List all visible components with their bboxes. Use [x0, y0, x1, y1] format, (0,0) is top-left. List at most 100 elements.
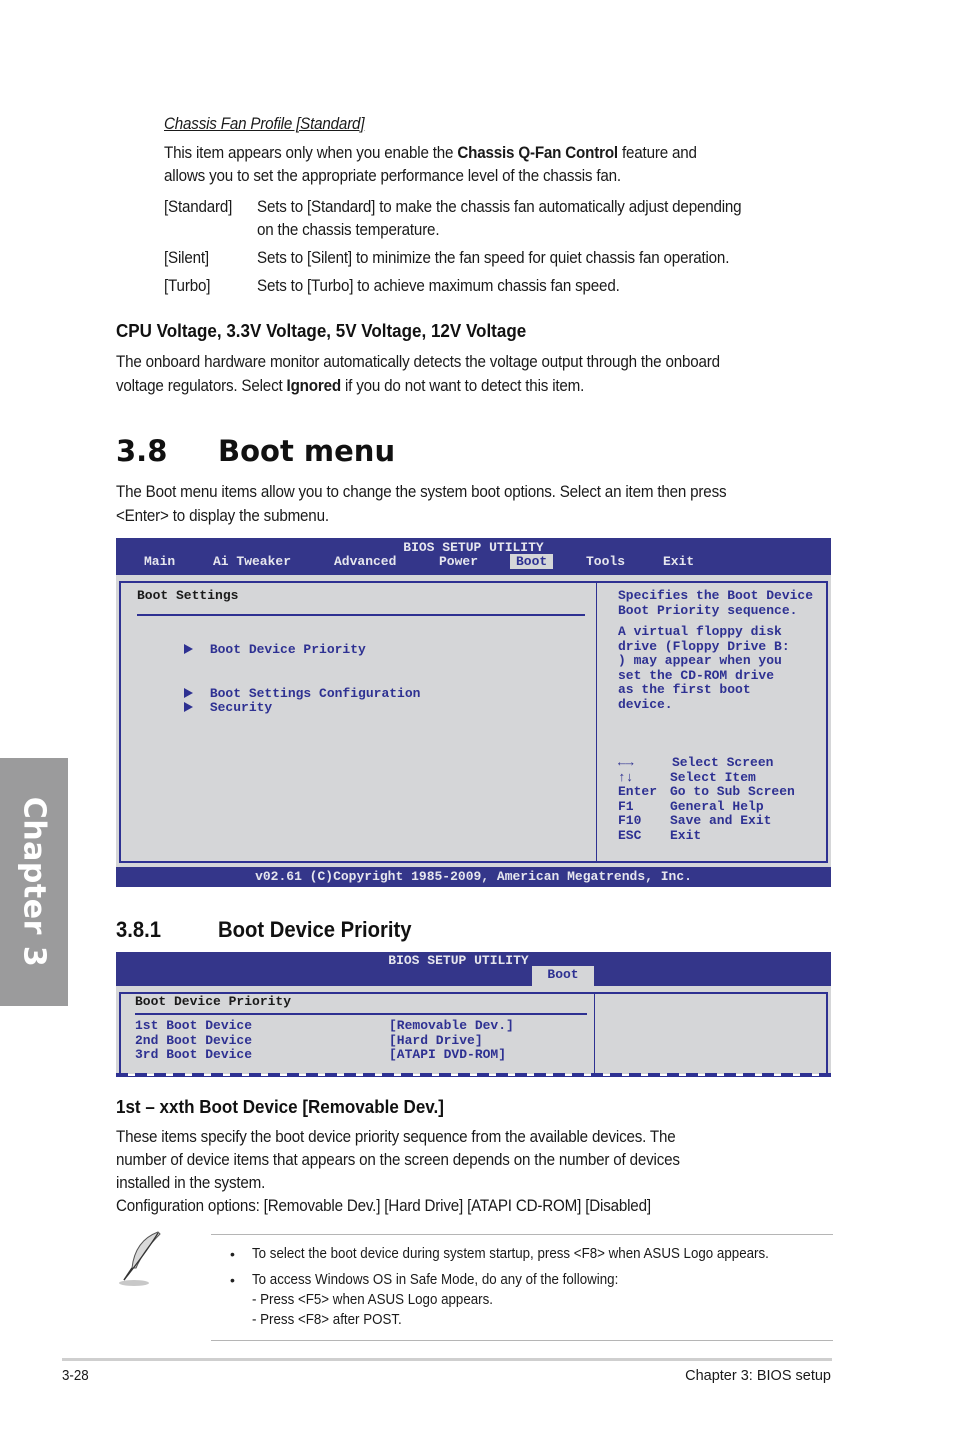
bios-boot-screen: BIOS SETUP UTILITY Main Ai Tweaker Advan… — [116, 538, 831, 887]
menu-item-boot-device-priority[interactable]: Boot Device Priority — [137, 628, 366, 672]
chassis-fan-intro-line2: allows you to set the appropriate perfor… — [164, 167, 621, 185]
bold-text: Chassis Q-Fan Control — [457, 144, 618, 162]
help-line: as the first boot — [618, 682, 751, 697]
bios-panel-divider — [596, 581, 597, 863]
key-action: Select Item — [670, 769, 756, 785]
boot-device-1-label[interactable]: 1st Boot Device — [135, 1018, 252, 1034]
note-bullet: • — [230, 1272, 235, 1288]
bios-title: BIOS SETUP UTILITY — [388, 953, 529, 968]
boot-device-3-label[interactable]: 3rd Boot Device — [135, 1047, 252, 1063]
note-item-2: To access Windows OS in Safe Mode, do an… — [252, 1272, 619, 1288]
boot-device-1-value[interactable]: [Removable Dev.] — [389, 1018, 514, 1034]
submenu-arrow-icon — [183, 644, 193, 655]
tab-power[interactable]: Power — [439, 554, 478, 569]
option-key-turbo: [Turbo] — [164, 277, 211, 295]
submenu-arrow-icon — [183, 702, 193, 713]
option-desc-standard-cont: on the chassis temperature. — [257, 221, 440, 239]
bios-title: BIOS SETUP UTILITY — [403, 540, 544, 555]
menu-item-label: Boot Device Priority — [209, 641, 366, 657]
bios-panel-divider — [594, 992, 595, 1074]
key-row: ESC Exit — [618, 827, 818, 844]
help-line: device. — [618, 696, 673, 712]
note-bullet: • — [230, 1246, 235, 1262]
help-line: ) may appear when you — [618, 653, 782, 668]
help-line: Boot Priority sequence. — [618, 602, 798, 618]
option-key-standard: [Standard] — [164, 198, 233, 216]
title-underline — [137, 614, 585, 616]
tab-ai-tweaker[interactable]: Ai Tweaker — [213, 554, 291, 569]
voltage-line1: The onboard hardware monitor automatical… — [116, 353, 720, 371]
help-line: Specifies the Boot Device — [618, 588, 814, 603]
note-item-1: To select the boot device during system … — [252, 1246, 769, 1262]
tab-main[interactable]: Main — [144, 554, 175, 569]
note-bottom-rule — [211, 1340, 833, 1341]
up-down-arrows-icon: ↑↓ — [618, 769, 634, 785]
boot-settings-title: Boot Settings — [137, 588, 239, 603]
help-line: A virtual floppy disk — [618, 624, 782, 639]
key-row: Enter Go to Sub Screen — [618, 784, 818, 800]
tab-boot[interactable]: Boot — [532, 966, 594, 986]
menu-item-security[interactable]: Security — [137, 686, 272, 730]
tab-advanced[interactable]: Advanced — [334, 554, 396, 569]
key-action: General Help — [670, 798, 764, 814]
footer-rule — [62, 1358, 832, 1361]
subsection-title: Boot Device Priority — [218, 917, 412, 942]
boot-device-item-line2: number of device items that appears on t… — [116, 1151, 680, 1169]
key-label: Enter — [618, 784, 658, 799]
voltage-heading: CPU Voltage, 3.3V Voltage, 5V Voltage, 1… — [116, 320, 527, 341]
footer-chapter-title: Chapter 3: BIOS setup — [685, 1368, 831, 1384]
bold-text: Ignored — [286, 377, 342, 395]
key-label: ESC — [618, 827, 642, 843]
option-desc-silent: Sets to [Silent] to minimize the fan spe… — [257, 249, 730, 267]
screen-cutoff-line — [116, 1076, 831, 1077]
chassis-fan-intro-line1: This item appears only when you enable t… — [164, 142, 697, 165]
key-action: Go to Sub Screen — [670, 784, 795, 799]
bios-footer-bar: v02.61 (C)Copyright 1985-2009, American … — [116, 867, 831, 887]
left-right-arrows-icon: ←→ — [618, 755, 634, 770]
chapter-side-tab: Chapter 3 — [0, 758, 68, 1006]
section-number: 3.8 — [116, 434, 168, 468]
section-title: Boot menu — [218, 434, 396, 468]
boot-device-3-value[interactable]: [ATAPI DVD-ROM] — [389, 1047, 506, 1063]
voltage-line2: voltage regulators. Select Ignored if yo… — [116, 375, 584, 398]
tab-boot[interactable]: Boot — [510, 554, 554, 569]
help-text: Specifies the Boot Device Boot Priority … — [618, 588, 814, 712]
key-action: Save and Exit — [670, 813, 772, 828]
option-desc-standard: Sets to [Standard] to make the chassis f… — [257, 198, 742, 216]
option-key-silent: [Silent] — [164, 249, 209, 267]
note-top-rule — [211, 1234, 833, 1235]
chapter-tab-label: Chapter 3 — [16, 796, 52, 968]
bios-menu-bar: BIOS SETUP UTILITY Main Ai Tweaker Advan… — [116, 538, 831, 575]
option-desc-turbo: Sets to [Turbo] to achieve maximum chass… — [257, 277, 620, 295]
boot-device-item-line1: These items specify the boot device prio… — [116, 1128, 676, 1146]
key-legend: ←→ Select Screen ↑↓ Select Item Enter Go to… — [618, 755, 818, 844]
text: feature and — [617, 144, 697, 162]
tab-exit[interactable]: Exit — [663, 554, 694, 569]
boot-device-item-config-options: Configuration options: [Removable Dev.] … — [116, 1197, 651, 1215]
help-line: drive (Floppy Drive B: — [618, 638, 790, 654]
key-row: F1 General Help — [618, 798, 818, 815]
key-action: Select Screen — [672, 755, 774, 770]
boot-device-priority-title: Boot Device Priority — [135, 994, 292, 1009]
text: voltage regulators. Select — [116, 377, 287, 395]
text: if you do not want to detect this item. — [340, 377, 585, 395]
key-row: ←→ Select Screen — [618, 755, 818, 771]
title-underline — [135, 1013, 587, 1015]
text: This item appears only when you enable t… — [164, 144, 458, 162]
key-action: Exit — [670, 827, 702, 843]
key-label: F1 — [618, 798, 634, 814]
help-line: set the CD-ROM drive — [618, 667, 775, 683]
page-number: 3-28 — [62, 1368, 89, 1384]
tab-tools[interactable]: Tools — [586, 554, 625, 569]
bios-copyright: v02.61 (C)Copyright 1985-2009, American … — [255, 869, 692, 884]
bios-body: Boot Device Priority 1st Boot Device [Re… — [116, 986, 831, 1077]
bios-menu-bar: BIOS SETUP UTILITY Boot — [116, 952, 831, 986]
boot-menu-intro-line1: The Boot menu items allow you to change … — [116, 483, 727, 501]
note-item-2-sub-2: - Press <F8> after POST. — [252, 1312, 402, 1328]
feather-pen-icon — [112, 1228, 172, 1288]
boot-menu-intro-line2: <Enter> to display the submenu. — [116, 507, 329, 525]
note-item-2-sub-1: - Press <F5> when ASUS Logo appears. — [252, 1292, 494, 1308]
subsection-number: 3.8.1 — [116, 917, 162, 942]
key-label: F10 — [618, 813, 642, 828]
key-row: F10 Save and Exit — [618, 813, 818, 829]
